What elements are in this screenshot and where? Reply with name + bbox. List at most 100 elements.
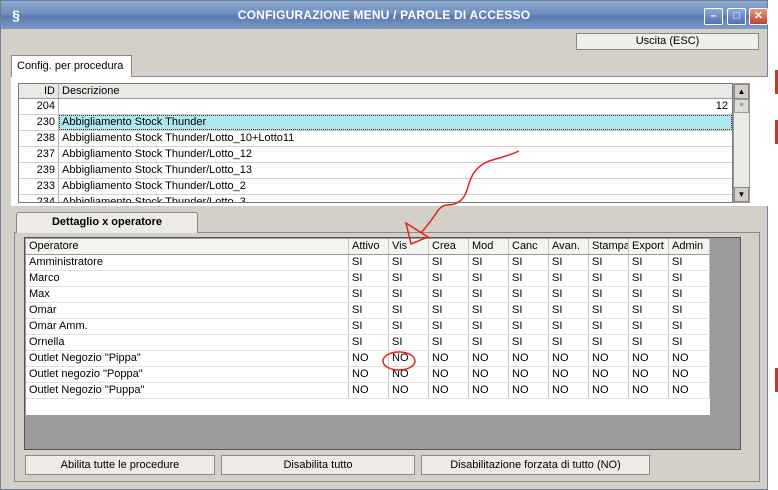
cell-permission-mod[interactable]: SI [469,303,509,318]
col-header-export[interactable]: Export [629,239,669,254]
minimize-button[interactable]: – [704,8,723,25]
cell-permission-mod[interactable]: NO [469,383,509,398]
table-row[interactable]: Outlet Negozio "Puppa" NO NO NO NO NO NO NO NO NO [26,383,710,399]
cell-permission-vis[interactable]: SI [389,335,429,350]
scroll-thumb[interactable]: ≡ [734,99,749,113]
table-row[interactable]: Outlet negozio "Poppa" NO NO NO NO NO NO NO NO NO [26,367,710,383]
cell-permission-admin[interactable]: NO [669,351,710,366]
cell-permission-canc[interactable]: NO [509,367,549,382]
table-row[interactable]: 234 Abbigliamento Stock Thunder/Lotto_3 [19,195,732,202]
cell-permission-crea[interactable]: SI [429,319,469,334]
close-button[interactable]: ✕ [749,8,768,25]
table-row[interactable]: 237 Abbigliamento Stock Thunder/Lotto_12 [19,147,732,163]
cell-permission-canc[interactable]: SI [509,303,549,318]
force-disable-all-button[interactable]: Disabilitazione forzata di tutto (NO) [421,455,650,475]
cell-permission-mod[interactable]: SI [469,255,509,270]
cell-permission-stampa[interactable]: SI [589,271,629,286]
table-row[interactable]: Marco SI SI SI SI SI SI SI SI SI [26,271,710,287]
cell-permission-avan[interactable]: NO [549,367,589,382]
enable-all-procedures-button[interactable]: Abilita tutte le procedure [25,455,215,475]
cell-permission-vis[interactable]: NO [389,351,429,366]
cell-permission-crea[interactable]: SI [429,255,469,270]
cell-permission-avan[interactable]: NO [549,383,589,398]
cell-permission-export[interactable]: SI [629,271,669,286]
cell-permission-attivo[interactable]: NO [349,383,389,398]
cell-permission-crea[interactable]: SI [429,287,469,302]
cell-permission-crea[interactable]: NO [429,351,469,366]
cell-permission-stampa[interactable]: SI [589,287,629,302]
col-header-operatore[interactable]: Operatore [26,239,349,254]
cell-permission-canc[interactable]: SI [509,335,549,350]
cell-permission-export[interactable]: NO [629,383,669,398]
disable-all-button[interactable]: Disabilita tutto [221,455,415,475]
cell-permission-admin[interactable]: SI [669,303,710,318]
cell-permission-export[interactable]: NO [629,351,669,366]
cell-permission-canc[interactable]: SI [509,271,549,286]
cell-permission-attivo[interactable]: SI [349,303,389,318]
scroll-down-arrow-icon[interactable]: ▼ [734,187,749,202]
exit-esc-button[interactable]: Uscita (ESC) [576,33,759,50]
cell-permission-crea[interactable]: NO [429,367,469,382]
cell-permission-crea[interactable]: SI [429,271,469,286]
col-header-descrizione[interactable]: Descrizione [59,84,732,98]
scroll-up-arrow-icon[interactable]: ▲ [734,84,749,99]
cell-permission-stampa[interactable]: NO [589,383,629,398]
table-row[interactable]: Omar SI SI SI SI SI SI SI SI SI [26,303,710,319]
col-header-vis[interactable]: Vis [389,239,429,254]
cell-permission-avan[interactable]: SI [549,335,589,350]
cell-permission-admin[interactable]: NO [669,383,710,398]
table-row[interactable]: 230 Abbigliamento Stock Thunder [19,115,732,131]
cell-permission-canc[interactable]: SI [509,287,549,302]
cell-permission-stampa[interactable]: SI [589,335,629,350]
cell-permission-stampa[interactable]: SI [589,303,629,318]
cell-permission-attivo[interactable]: SI [349,271,389,286]
cell-permission-vis[interactable]: NO [389,383,429,398]
cell-permission-admin[interactable]: SI [669,335,710,350]
procedures-scrollbar[interactable]: ▲ ≡ ▼ [733,83,750,203]
cell-permission-export[interactable]: NO [629,367,669,382]
cell-permission-crea[interactable]: SI [429,303,469,318]
cell-permission-export[interactable]: SI [629,303,669,318]
cell-permission-admin[interactable]: NO [669,367,710,382]
table-row[interactable]: 204 12 [19,99,732,115]
cell-permission-stampa[interactable]: SI [589,255,629,270]
cell-permission-export[interactable]: SI [629,335,669,350]
table-row[interactable]: 239 Abbigliamento Stock Thunder/Lotto_13 [19,163,732,179]
tab-dettaglio-operatore[interactable]: Dettaglio x operatore [16,212,198,233]
cell-permission-admin[interactable]: SI [669,319,710,334]
cell-permission-vis[interactable]: SI [389,287,429,302]
cell-permission-canc[interactable]: SI [509,255,549,270]
cell-permission-avan[interactable]: SI [549,255,589,270]
cell-permission-crea[interactable]: NO [429,383,469,398]
table-row[interactable]: Max SI SI SI SI SI SI SI SI SI [26,287,710,303]
col-header-attivo[interactable]: Attivo [349,239,389,254]
cell-permission-mod[interactable]: NO [469,367,509,382]
col-header-id[interactable]: ID [19,84,59,98]
maximize-button[interactable]: □ [727,8,746,25]
table-row[interactable]: 233 Abbigliamento Stock Thunder/Lotto_2 [19,179,732,195]
cell-permission-mod[interactable]: SI [469,335,509,350]
cell-permission-vis[interactable]: SI [389,271,429,286]
col-header-avan[interactable]: Avan. [549,239,589,254]
cell-permission-vis[interactable]: NO [389,367,429,382]
cell-permission-mod[interactable]: NO [469,351,509,366]
cell-permission-export[interactable]: SI [629,319,669,334]
cell-permission-mod[interactable]: SI [469,319,509,334]
cell-permission-attivo[interactable]: NO [349,351,389,366]
cell-permission-canc[interactable]: SI [509,319,549,334]
table-row[interactable]: Omar Amm. SI SI SI SI SI SI SI SI SI [26,319,710,335]
cell-permission-admin[interactable]: SI [669,255,710,270]
cell-permission-attivo[interactable]: SI [349,319,389,334]
col-header-stampa[interactable]: Stampa [589,239,629,254]
cell-permission-vis[interactable]: SI [389,303,429,318]
col-header-canc[interactable]: Canc [509,239,549,254]
col-header-mod[interactable]: Mod [469,239,509,254]
cell-permission-canc[interactable]: NO [509,351,549,366]
cell-permission-attivo[interactable]: SI [349,255,389,270]
cell-permission-mod[interactable]: SI [469,287,509,302]
col-header-admin[interactable]: Admin [669,239,710,254]
col-header-crea[interactable]: Crea [429,239,469,254]
cell-permission-avan[interactable]: NO [549,351,589,366]
cell-permission-export[interactable]: SI [629,287,669,302]
cell-permission-avan[interactable]: SI [549,271,589,286]
